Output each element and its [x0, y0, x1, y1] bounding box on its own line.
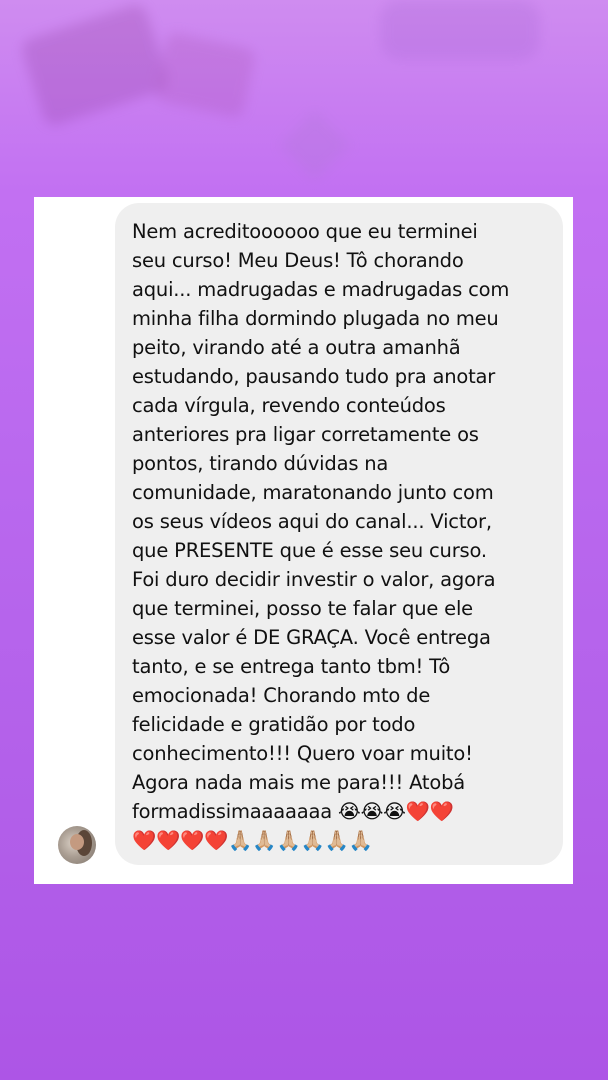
message-bubble[interactable]: Nem acreditoooooo que eu terminei seu cu… [115, 203, 563, 865]
message-text: Nem acreditoooooo que eu terminei seu cu… [132, 220, 510, 852]
background-shape [19, 2, 171, 128]
background-shape [380, 0, 540, 60]
sender-avatar[interactable] [58, 826, 96, 864]
screenshot-card: Nem acreditoooooo que eu terminei seu cu… [34, 197, 573, 884]
background-shape [153, 31, 257, 119]
background-shape [279, 109, 351, 181]
avatar-face [70, 834, 84, 850]
